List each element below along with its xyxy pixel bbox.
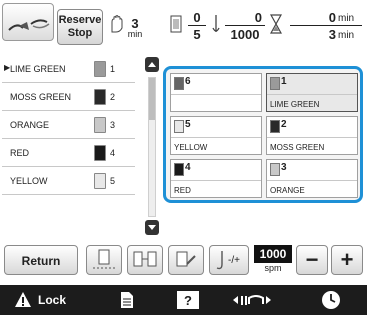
svg-text:?: ? (184, 293, 192, 308)
thread-name: MOSS GREEN (270, 143, 325, 152)
lock-button[interactable]: Lock (14, 290, 84, 310)
spool-cell[interactable]: 5 YELLOW (170, 116, 262, 155)
time-done: 0 (328, 10, 336, 25)
embroidery-pattern-icon (8, 19, 50, 31)
time-done-unit: min (338, 13, 355, 24)
spool-cell[interactable]: 2 MOSS GREEN (266, 116, 358, 155)
thread-list-item[interactable]: ORANGE 3 (2, 111, 135, 139)
thread-name: RED (10, 148, 30, 158)
scroll-up-button[interactable] (145, 57, 159, 72)
clock-icon[interactable] (320, 289, 342, 311)
spool-icon (93, 249, 115, 269)
thread-list-item[interactable]: YELLOW 5 (2, 167, 135, 195)
needle-number: 1 (281, 76, 287, 87)
needle-number: 5 (110, 176, 116, 186)
needle-number: 2 (281, 119, 287, 130)
needle-number: 3 (110, 120, 116, 130)
bottom-navigation-bar: Lock ? (0, 285, 367, 315)
color-done: 0 (193, 10, 201, 25)
arrow-up-icon (148, 62, 156, 67)
stitch-done: 0 (254, 10, 262, 25)
needle-number: 3 (281, 162, 287, 173)
thread-name: YELLOW (174, 143, 208, 152)
needle-icon (212, 15, 220, 32)
help-icon[interactable]: ? (176, 290, 200, 310)
reserve-label: Reserve (58, 14, 102, 26)
spool-edit-icon (176, 251, 196, 267)
thread-spool-icon (270, 77, 280, 90)
reserve-stop-button[interactable]: Reserve Stop (57, 9, 103, 45)
presser-foot-icon[interactable] (232, 291, 272, 309)
thread-color-list[interactable]: ▶ LIME GREEN 1 MOSS GREEN 2 ORANGE 3 RED 4 YELLOW… (0, 55, 140, 225)
scroll-down-button[interactable] (145, 220, 159, 235)
stop-label: Stop (67, 27, 93, 39)
thread-name: RED (174, 186, 191, 195)
time-total: 3 (328, 27, 336, 42)
thread-list-item[interactable]: RED 4 (2, 139, 135, 167)
spool-cell[interactable]: 1 LIME GREEN (266, 73, 358, 112)
thread-spool-icon (94, 61, 106, 77)
speed-plus-button[interactable]: + (331, 245, 363, 275)
thread-spool-icon (94, 89, 106, 105)
thread-list-item[interactable]: ▶ LIME GREEN 1 (2, 55, 135, 83)
thread-name: ORANGE (270, 186, 305, 195)
thread-spool-icon (270, 163, 280, 176)
lock-label: Lock (38, 293, 67, 307)
thread-name: YELLOW (10, 176, 48, 186)
color-total: 5 (193, 27, 201, 42)
spool-swap-button[interactable] (127, 245, 163, 275)
warning-icon (15, 292, 31, 307)
thread-tension-button[interactable]: -/+ (209, 245, 249, 275)
thread-spool-icon (94, 117, 106, 133)
time-total-unit: min (338, 30, 355, 41)
thread-spool-icon (170, 15, 182, 33)
scrollbar-thumb[interactable] (149, 78, 155, 120)
spool-swap-icon (133, 251, 157, 267)
tension-label: -/+ (228, 255, 240, 266)
needle-number: 2 (110, 92, 116, 102)
spool-cell[interactable]: 3 ORANGE (266, 159, 358, 198)
scrollbar-track[interactable] (148, 77, 156, 217)
return-button[interactable]: Return (4, 245, 78, 275)
pattern-thumbnail-button[interactable] (2, 3, 54, 41)
thread-name: LIME GREEN (270, 100, 320, 109)
thread-spool-icon (270, 120, 280, 133)
thread-list-item[interactable]: MOSS GREEN 2 (2, 83, 135, 111)
speed-unit-label: spm (264, 263, 282, 273)
thread-name: LIME GREEN (10, 64, 66, 74)
document-icon[interactable] (120, 291, 134, 309)
spool-cell[interactable]: 4 RED (170, 159, 262, 198)
speed-unit: min (127, 29, 143, 39)
needle-number: 6 (185, 76, 191, 87)
thread-spool-icon (94, 173, 106, 189)
thread-spool-icon (174, 120, 184, 133)
needle-number: 4 (110, 148, 116, 158)
spool-cell[interactable]: 6 (170, 73, 262, 112)
hourglass-icon (270, 14, 282, 34)
thread-name: MOSS GREEN (10, 92, 72, 102)
thread-change-button[interactable] (86, 245, 122, 275)
thread-spool-icon (94, 145, 106, 161)
tension-needle-icon (216, 251, 223, 270)
spool-stand-grid: 6 1 LIME GREEN 5 YELLOW 2 MOSS GREEN 4 RED 3 ORANG… (163, 66, 363, 203)
needle-number: 1 (110, 64, 116, 74)
thread-name: ORANGE (10, 120, 50, 130)
stitch-total: 1000 (230, 27, 260, 42)
arrow-down-icon (148, 225, 156, 230)
speed-display: 1000 spm (254, 245, 292, 275)
thread-spool-icon (174, 163, 184, 176)
hand-speed-icon (111, 15, 123, 33)
speed-value: 1000 (254, 245, 292, 263)
needle-number: 5 (185, 119, 191, 130)
spool-edit-button[interactable] (168, 245, 204, 275)
speed-minus-button[interactable]: − (296, 245, 328, 275)
needle-number: 4 (185, 162, 191, 173)
thread-spool-icon (174, 77, 184, 90)
